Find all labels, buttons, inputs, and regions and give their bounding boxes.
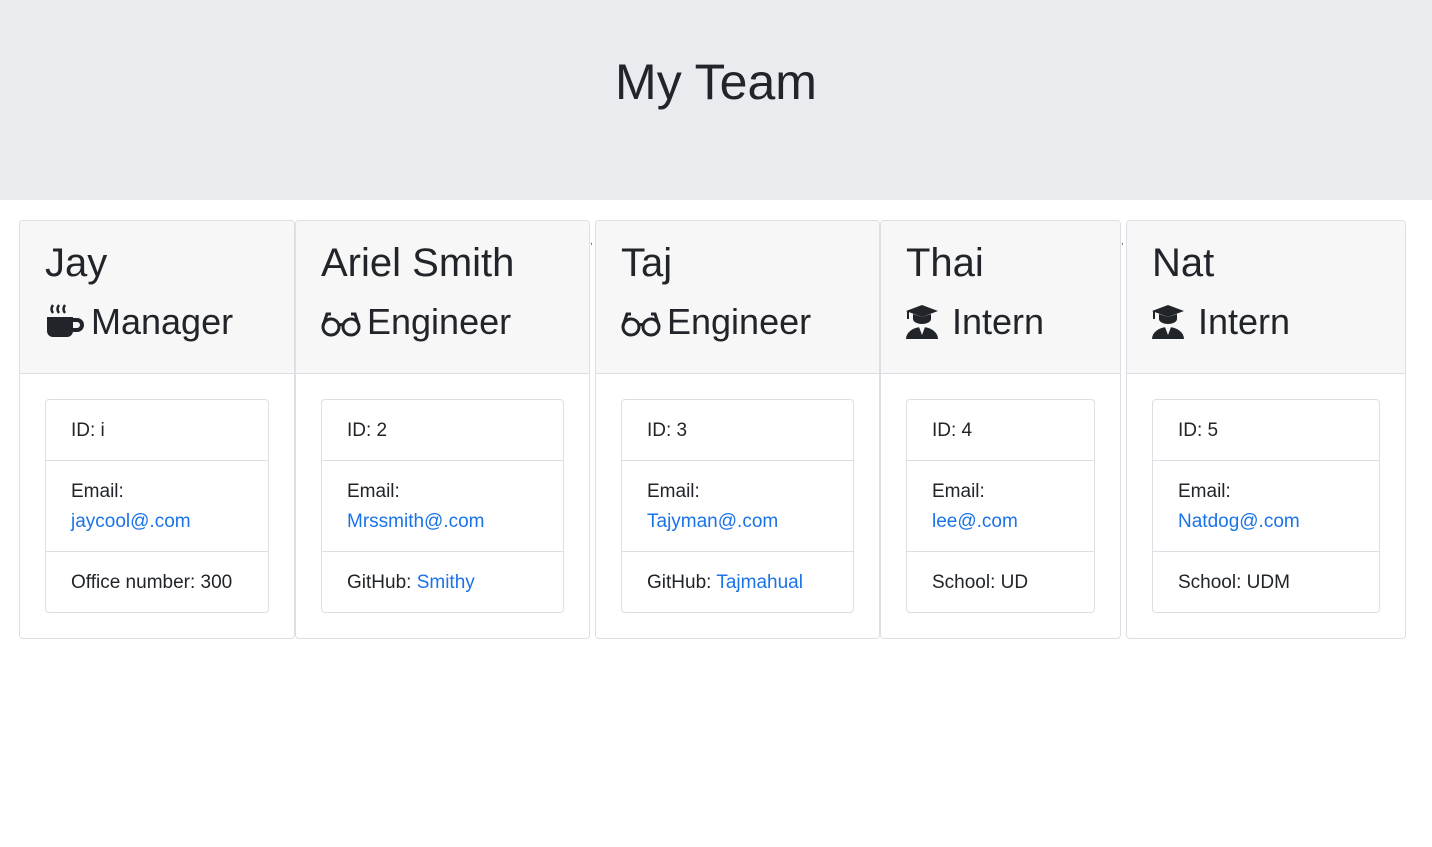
email-link[interactable]: jaycool@.com [71, 511, 191, 532]
employee-card-engineer: Taj Engineer ID: 3 Email: Tajyman@.com G… [595, 220, 880, 639]
graduate-icon [1152, 303, 1192, 341]
employee-role: Engineer [321, 299, 511, 345]
github-item: GitHub: Smithy [322, 552, 563, 613]
role-label: Engineer [667, 301, 812, 342]
email-link[interactable]: Natdog@.com [1178, 511, 1300, 532]
id-item: ID: 3 [622, 400, 853, 461]
jumbotron-header: My Team [0, 0, 1432, 200]
card-header: Ariel Smith Engineer [296, 221, 589, 374]
role-label: Manager [91, 301, 234, 342]
id-item: ID: 2 [322, 400, 563, 461]
email-item: Email: Tajyman@.com [622, 461, 853, 552]
id-item: ID: 5 [1153, 400, 1379, 461]
office-number-item: Office number: 300 [71, 572, 233, 593]
glasses-icon [321, 303, 361, 341]
email-item: Email: Natdog@.com [1153, 461, 1379, 552]
email-item: Email: Mrssmith@.com [322, 461, 563, 552]
github-link[interactable]: Smithy [417, 572, 475, 593]
email-label: Email: [932, 481, 985, 502]
email-link[interactable]: Mrssmith@.com [347, 511, 485, 532]
github-label: GitHub: [647, 572, 717, 593]
employee-card-intern: Thai Intern ID: 4 Email: lee@.com School… [880, 220, 1121, 639]
email-item: Email: jaycool@.com [46, 461, 268, 552]
info-list: ID: 3 Email: Tajyman@.com GitHub: Tajmah… [621, 399, 854, 613]
card-header: Thai Intern [881, 221, 1120, 374]
employee-name: Ariel Smith [321, 241, 515, 285]
github-link[interactable]: Tajmahual [716, 572, 803, 593]
role-label: Engineer [367, 301, 512, 342]
page-title: My Team [615, 54, 817, 110]
email-link[interactable]: Tajyman@.com [647, 511, 778, 532]
employee-role: Manager [45, 299, 233, 345]
employee-role: Intern [1152, 299, 1290, 345]
id-item: ID: i [46, 400, 268, 461]
school-item: School: UD [932, 572, 1029, 593]
employee-card-engineer: Ariel Smith Engineer ID: 2 Email: Mrssmi… [295, 220, 590, 639]
employee-role: Engineer [621, 299, 811, 345]
email-label: Email: [1178, 481, 1231, 502]
employee-card-intern: Nat Intern ID: 5 Email: Natdog@.com Scho… [1126, 220, 1406, 639]
glasses-icon [621, 303, 661, 341]
stray-comma: , [1121, 236, 1124, 247]
employee-name: Taj [621, 241, 673, 285]
employee-role: Intern [906, 299, 1044, 345]
employee-card-manager: Jay Manager ID: i Email: jaycool@.com Of… [19, 220, 295, 639]
info-list: ID: 5 Email: Natdog@.com School: UDM [1152, 399, 1380, 613]
email-label: Email: [347, 481, 400, 502]
github-label: GitHub: [347, 572, 417, 593]
email-label: Email: [647, 481, 700, 502]
id-item: ID: 4 [907, 400, 1094, 461]
info-list: ID: 2 Email: Mrssmith@.com GitHub: Smith… [321, 399, 564, 613]
info-list: ID: 4 Email: lee@.com School: UD [906, 399, 1095, 613]
role-label: Intern [952, 301, 1045, 342]
info-list: ID: i Email: jaycool@.com Office number:… [45, 399, 269, 613]
card-header: Jay Manager [20, 221, 294, 374]
github-item: GitHub: Tajmahual [622, 552, 853, 613]
email-item: Email: lee@.com [907, 461, 1094, 552]
graduate-icon [906, 303, 946, 341]
stray-comma: , [590, 236, 593, 247]
email-link[interactable]: lee@.com [932, 511, 1018, 532]
role-label: Intern [1198, 301, 1291, 342]
employee-name: Jay [45, 241, 108, 285]
coffee-mug-icon [45, 303, 85, 341]
email-label: Email: [71, 481, 124, 502]
employee-name: Thai [906, 241, 984, 285]
card-header: Taj Engineer [596, 221, 879, 374]
school-item: School: UDM [1178, 572, 1290, 593]
employee-name: Nat [1152, 241, 1215, 285]
card-header: Nat Intern [1127, 221, 1405, 374]
